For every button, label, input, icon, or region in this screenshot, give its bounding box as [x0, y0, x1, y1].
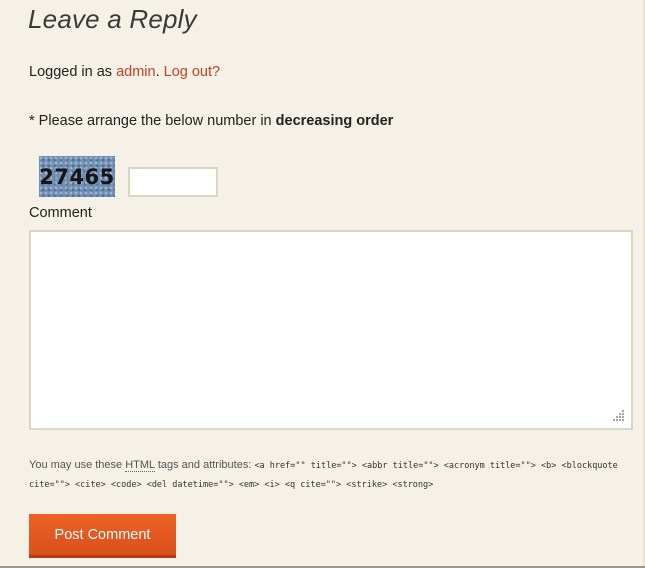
resize-grip-icon[interactable]: [611, 408, 627, 424]
captcha-instruction-text: * Please arrange the below number in: [29, 113, 276, 129]
comment-label: Comment: [29, 205, 92, 221]
allowed-tags-suffix: tags and attributes:: [154, 459, 255, 471]
logged-in-separator: .: [155, 64, 164, 80]
comment-textarea[interactable]: [29, 230, 633, 430]
reply-title: Leave a Reply: [28, 4, 197, 34]
comment-form-page: Leave a Reply Logged in as admin. Log ou…: [0, 0, 645, 568]
logged-in-prefix: Logged in as: [29, 64, 117, 80]
logout-link[interactable]: Log out?: [164, 64, 220, 80]
html-abbr: HTML: [125, 459, 155, 472]
post-comment-button[interactable]: Post Comment: [29, 514, 176, 558]
captcha-instruction: * Please arrange the below number in dec…: [29, 113, 393, 129]
allowed-tags-prefix: You may use these: [29, 459, 126, 471]
allowed-tags-note: You may use these HTML tags and attribut…: [29, 456, 629, 494]
captcha-instruction-emphasis: decreasing order: [275, 113, 394, 129]
logged-in-line: Logged in as admin. Log out?: [29, 64, 220, 80]
captcha-image: 27465: [39, 156, 115, 197]
admin-user-link[interactable]: admin: [116, 64, 156, 80]
captcha-number: 27465: [39, 164, 115, 189]
captcha-answer-input[interactable]: [128, 167, 218, 197]
